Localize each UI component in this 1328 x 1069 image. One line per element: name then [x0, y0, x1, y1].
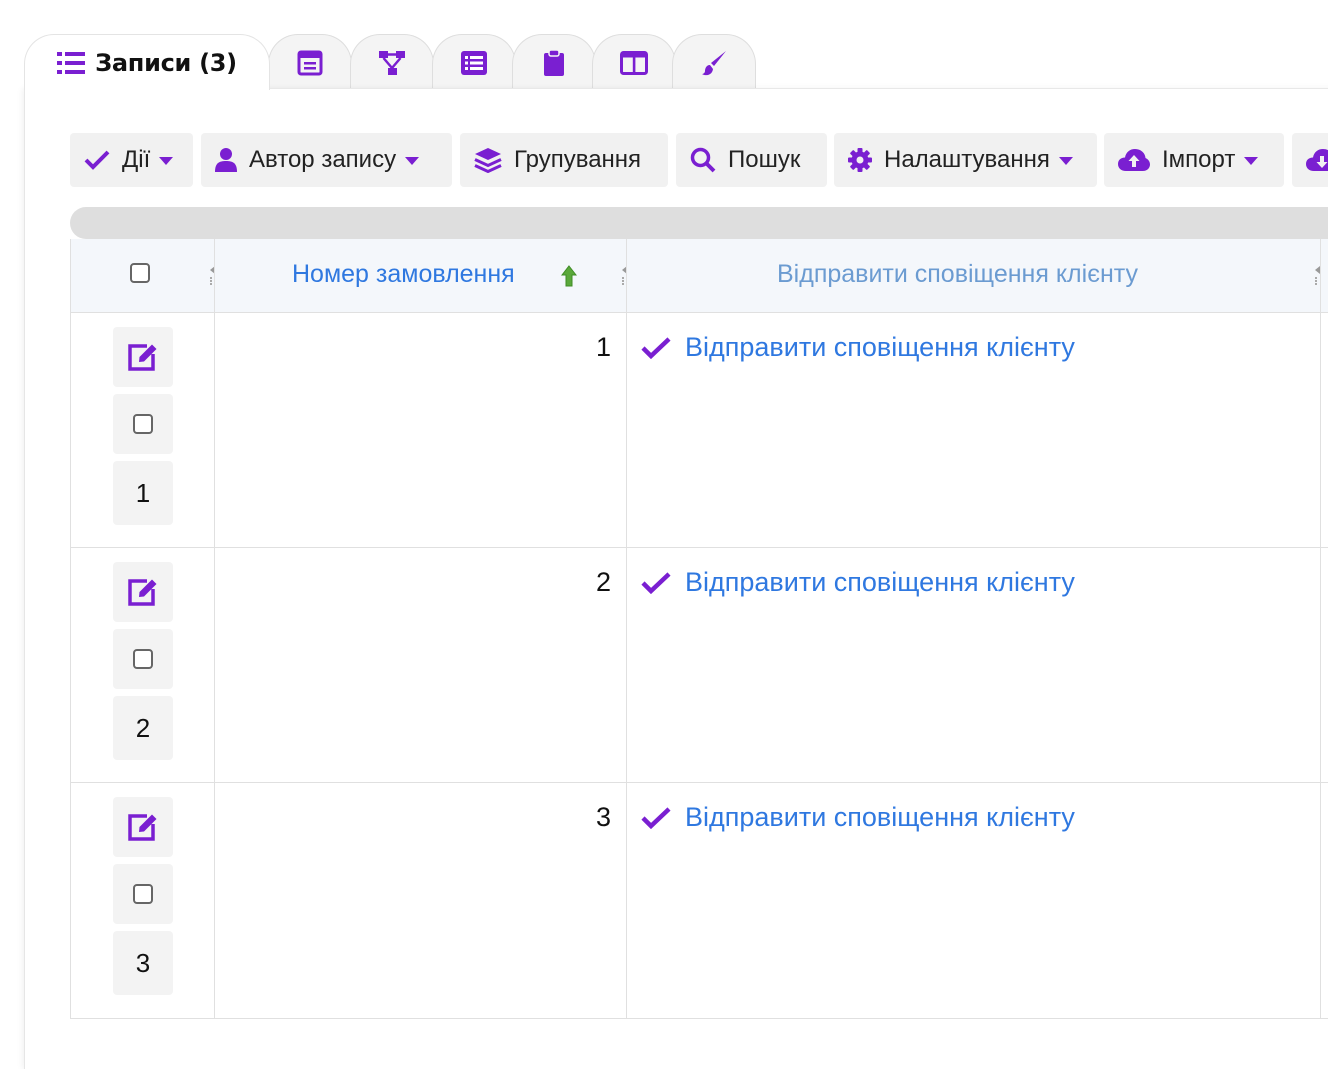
caret-down-icon	[159, 157, 174, 165]
list-icon	[57, 51, 86, 74]
row-select-box[interactable]	[113, 864, 173, 924]
export-dropdown[interactable]	[1292, 133, 1328, 187]
row-divider	[71, 547, 1328, 548]
check-icon	[641, 571, 671, 594]
notify-client-link[interactable]: Відправити сповіщення клієнту	[685, 567, 1075, 598]
form-icon	[297, 50, 323, 75]
row-select-box[interactable]	[113, 629, 173, 689]
search-label: Пошук	[728, 146, 801, 173]
tab-hierarchy[interactable]	[350, 34, 434, 90]
order-number-header[interactable]: Номер замовлення	[292, 260, 515, 289]
row-number: 3	[135, 947, 151, 978]
notify-client-action[interactable]: Відправити сповіщення клієнту	[641, 802, 1075, 833]
tab-bar: Записи (3)	[22, 34, 1328, 90]
search-icon	[690, 147, 716, 173]
table-header: Номер замовлення Відправити сповіщення к…	[71, 239, 1328, 313]
author-label: Автор запису	[249, 146, 397, 173]
tab-clipboard[interactable]	[512, 34, 596, 90]
notify-client-header[interactable]: Відправити сповіщення клієнту	[777, 260, 1138, 289]
row-divider	[71, 782, 1328, 783]
search-button[interactable]: Пошук	[676, 133, 827, 187]
caret-down-icon	[1058, 157, 1073, 165]
check-icon	[84, 150, 110, 170]
tab-design[interactable]	[672, 34, 756, 90]
clipboard-icon	[544, 48, 564, 76]
row-checkbox[interactable]	[133, 649, 153, 669]
settings-dropdown[interactable]: Налаштування	[834, 133, 1097, 187]
row-number-box: 2	[113, 696, 173, 760]
order-number-cell: 1	[595, 332, 611, 362]
toolbar: Дії Автор запису Групування Пошук Налашт…	[70, 133, 1328, 187]
cloud-download-icon	[1306, 149, 1328, 171]
column-divider	[214, 239, 215, 1018]
grouping-label: Групування	[514, 146, 642, 173]
order-number-cell: 3	[595, 802, 611, 832]
row-select-box[interactable]	[113, 394, 173, 454]
row-number: 1	[135, 477, 151, 508]
column-divider	[1320, 239, 1321, 1018]
notify-client-action[interactable]: Відправити сповіщення клієнту	[641, 332, 1075, 363]
row-number-box: 3	[113, 931, 173, 995]
columns-icon	[620, 50, 648, 75]
gear-icon	[848, 148, 872, 172]
check-icon	[641, 806, 671, 829]
caret-down-icon	[1244, 157, 1259, 165]
row-checkbox[interactable]	[133, 884, 153, 904]
check-icon	[641, 336, 671, 359]
edit-record-button[interactable]	[113, 797, 173, 857]
cloud-upload-icon	[1118, 149, 1150, 171]
notify-client-action[interactable]: Відправити сповіщення клієнту	[641, 567, 1075, 598]
notify-client-link[interactable]: Відправити сповіщення клієнту	[685, 802, 1075, 833]
settings-label: Налаштування	[884, 146, 1050, 173]
tab-columns[interactable]	[592, 34, 676, 90]
tab-records[interactable]: Записи (3)	[24, 34, 270, 90]
paint-brush-icon	[702, 50, 726, 75]
records-table: Номер замовлення Відправити сповіщення к…	[70, 239, 1328, 1019]
tab-form[interactable]	[268, 34, 352, 90]
edit-icon	[128, 814, 157, 841]
column-divider	[626, 239, 627, 1018]
order-number-cell: 2	[595, 567, 611, 597]
horizontal-scrollbar[interactable]	[70, 207, 1328, 239]
row-number-box: 1	[113, 461, 173, 525]
row-checkbox[interactable]	[133, 414, 153, 434]
list-alt-icon	[461, 50, 487, 75]
import-label: Імпорт	[1162, 146, 1236, 173]
grouping-button[interactable]: Групування	[460, 133, 668, 187]
tab-records-label: Записи (3)	[95, 48, 237, 77]
caret-down-icon	[405, 157, 420, 165]
user-icon	[215, 148, 237, 172]
edit-record-button[interactable]	[113, 562, 173, 622]
actions-dropdown[interactable]: Дії	[70, 133, 193, 187]
author-dropdown[interactable]: Автор запису	[201, 133, 452, 187]
edit-icon	[128, 579, 157, 606]
import-dropdown[interactable]: Імпорт	[1104, 133, 1284, 187]
edit-icon	[128, 344, 157, 371]
layers-icon	[474, 148, 502, 173]
select-all-checkbox[interactable]	[130, 263, 150, 283]
edit-record-button[interactable]	[113, 327, 173, 387]
notify-client-link[interactable]: Відправити сповіщення клієнту	[685, 332, 1075, 363]
sitemap-icon	[379, 50, 405, 75]
row-number: 2	[135, 712, 151, 743]
sort-asc-arrow-icon[interactable]	[561, 265, 577, 287]
tab-list[interactable]	[432, 34, 516, 90]
actions-label: Дії	[122, 146, 151, 173]
